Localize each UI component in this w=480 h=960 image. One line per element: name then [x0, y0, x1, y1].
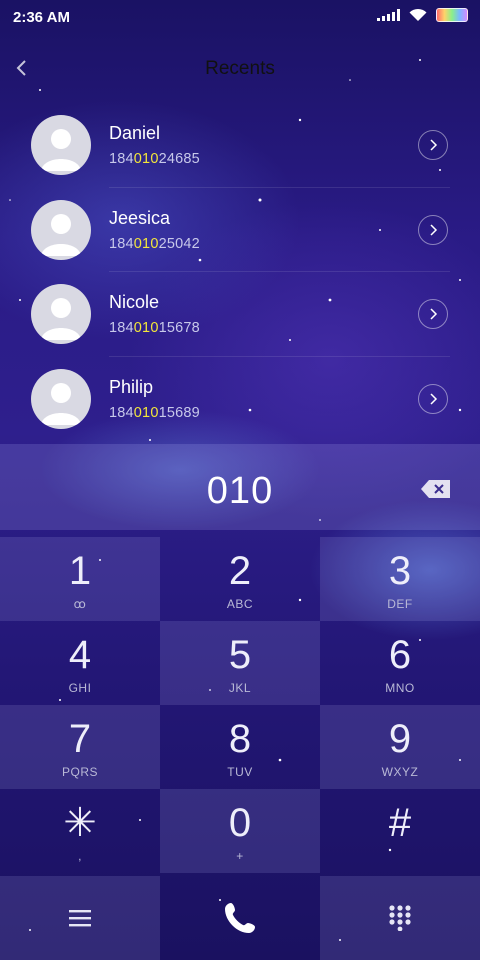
key-letters: PQRS: [61, 765, 98, 779]
list-item[interactable]: Jeesica 18401025042: [0, 188, 480, 272]
contact-number: 18401024685: [109, 151, 200, 167]
menu-button[interactable]: [0, 876, 160, 960]
key-letters: MNO: [385, 681, 415, 695]
key-digit: 8: [228, 717, 252, 761]
key-digit: ✳: [63, 801, 97, 845]
key-digit: #: [388, 801, 412, 845]
dialpad-toggle-button[interactable]: [320, 876, 480, 960]
key-hash[interactable]: #: [320, 789, 480, 873]
key-digit: 0: [228, 801, 252, 845]
dial-display: 010: [0, 444, 480, 530]
key-letters: ,: [78, 849, 82, 863]
details-button[interactable]: [418, 383, 448, 414]
contact-name: Nicole: [109, 292, 160, 312]
contact-number: 18401025042: [109, 235, 200, 252]
key-digit: 6: [388, 633, 412, 677]
avatar: [31, 368, 91, 429]
person-icon: [41, 298, 81, 340]
key-letters: WXYZ: [381, 765, 419, 779]
key-7[interactable]: 7 PQRS: [0, 705, 160, 789]
key-digit: 7: [68, 717, 92, 761]
key-digit: 4: [68, 633, 92, 677]
key-9[interactable]: 9 WXYZ: [320, 705, 480, 789]
chevron-right-icon: [430, 392, 438, 405]
voicemail-icon: ꝏ: [73, 597, 87, 611]
signal-icon: [377, 9, 400, 21]
menu-icon: [69, 910, 91, 927]
contact-number: 18401015689: [109, 404, 200, 421]
person-icon: [41, 382, 81, 425]
contact-name: Daniel: [109, 123, 161, 143]
call-icon: [225, 903, 255, 933]
wifi-icon: [409, 8, 427, 21]
chevron-right-icon: [430, 308, 438, 320]
call-button[interactable]: [160, 876, 320, 960]
dialpad-icon: [389, 905, 411, 931]
key-digit: 3: [388, 549, 412, 593]
key-1[interactable]: 1 ꝏ: [0, 537, 160, 621]
avatar: [31, 199, 91, 260]
status-time: 2:36 AM: [13, 9, 70, 26]
key-3[interactable]: 3 DEF: [320, 537, 480, 621]
avatar: [31, 115, 91, 175]
key-0[interactable]: 0 +: [160, 789, 320, 873]
list-item[interactable]: Philip 18401015689: [0, 357, 480, 442]
recents-list: Daniel 18401024685 Jeesica 18401025042 N…: [0, 103, 480, 441]
contact-name: Philip: [109, 376, 154, 397]
key-8[interactable]: 8 TUV: [160, 705, 320, 789]
page-title: Recents: [205, 58, 275, 79]
avatar: [31, 284, 91, 344]
list-item[interactable]: Nicole 18401015678: [0, 272, 480, 357]
status-bar: 2:36 AM: [0, 0, 480, 34]
bottom-action-bar: [0, 876, 480, 960]
list-item[interactable]: Daniel 18401024685: [0, 103, 480, 188]
key-letters: TUV: [227, 765, 253, 779]
key-letters: ABC: [226, 597, 254, 611]
key-digit: 9: [388, 717, 412, 761]
contact-name: Jeesica: [109, 207, 171, 228]
key-digit: 2: [228, 549, 252, 593]
person-icon: [41, 213, 81, 256]
battery-icon: [436, 8, 468, 22]
chevron-right-icon: [430, 139, 438, 151]
key-6[interactable]: 6 MNO: [320, 621, 480, 705]
key-letters: JKL: [228, 681, 252, 695]
key-digit: 5: [228, 633, 252, 677]
chevron-right-icon: [430, 223, 438, 236]
key-letters: DEF: [387, 597, 413, 611]
key-2[interactable]: 2 ABC: [160, 537, 320, 621]
dialed-number: 010: [206, 470, 274, 512]
details-button[interactable]: [418, 299, 448, 329]
key-digit: 1: [68, 549, 92, 593]
key-4[interactable]: 4 GHI: [0, 621, 160, 705]
key-star[interactable]: ✳ ,: [0, 789, 160, 873]
person-icon: [41, 129, 81, 171]
contact-number: 18401015678: [109, 320, 200, 336]
details-button[interactable]: [418, 130, 448, 160]
key-5[interactable]: 5 JKL: [160, 621, 320, 705]
status-icons: [377, 8, 468, 22]
details-button[interactable]: [418, 214, 448, 245]
backspace-icon[interactable]: [420, 478, 452, 500]
key-letters: +: [236, 849, 244, 863]
key-letters: GHI: [68, 681, 92, 695]
header: Recents: [0, 50, 480, 86]
